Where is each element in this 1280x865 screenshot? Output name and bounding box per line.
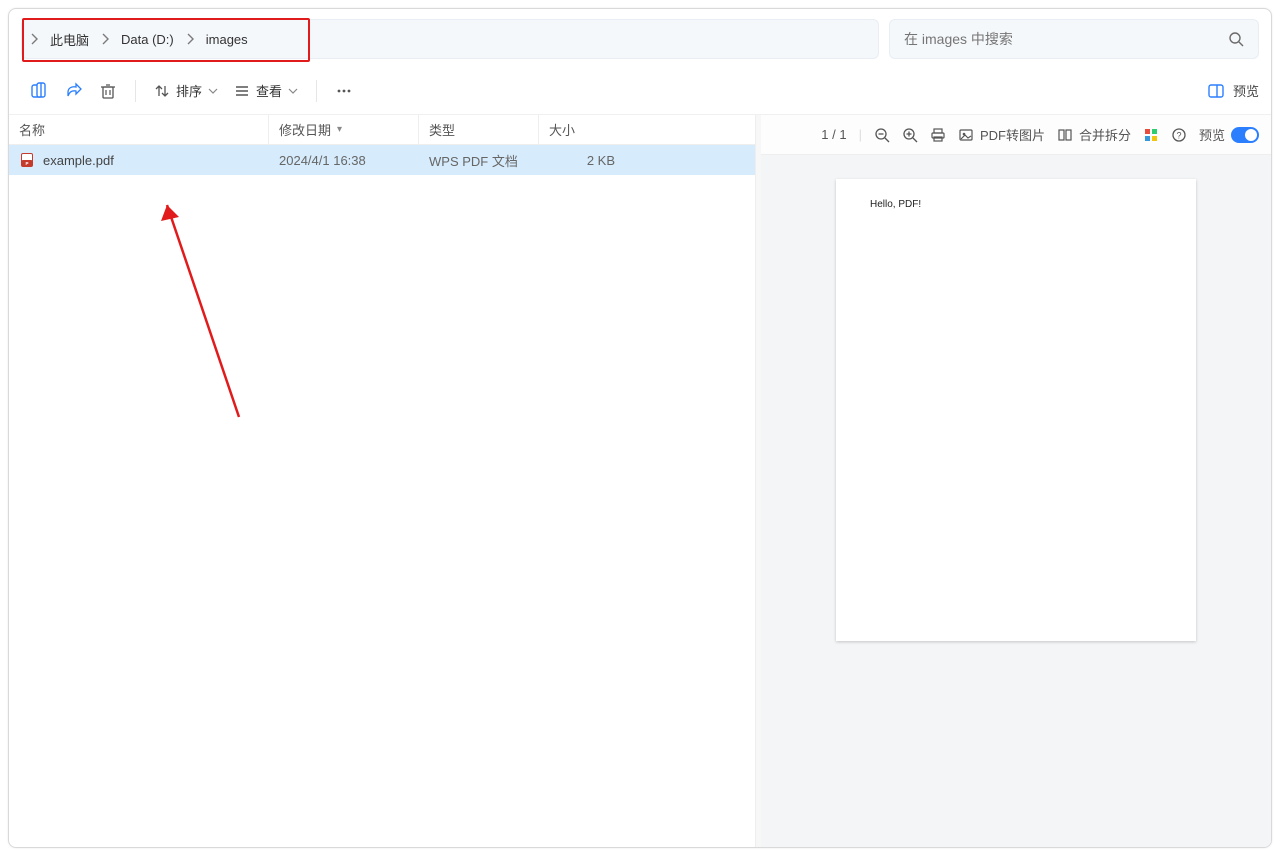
breadcrumb-drive-d[interactable]: Data (D:) [121, 32, 174, 47]
annotation-red-arrow [139, 187, 259, 427]
column-headers: 名称 修改日期 ▾ 类型 大小 [9, 115, 755, 145]
print-button[interactable] [930, 127, 946, 143]
file-name: example.pdf [43, 153, 114, 168]
merge-split-label: 合并拆分 [1079, 125, 1131, 144]
view-dropdown[interactable]: 查看 [226, 75, 306, 106]
pdf-text-content: Hello, PDF! [870, 199, 1162, 210]
breadcrumb: 此电脑 Data (D:) images [30, 30, 248, 49]
explorer-window: 此电脑 Data (D:) images [8, 8, 1272, 848]
preview-canvas[interactable]: Hello, PDF! [761, 155, 1271, 847]
col-name-label: 名称 [19, 120, 45, 139]
share-button[interactable] [57, 76, 91, 106]
main-area: 名称 修改日期 ▾ 类型 大小 P example.pdf 2024/4/1 16… [9, 115, 1271, 847]
more-button[interactable] [327, 76, 361, 106]
zoom-out-button[interactable] [874, 127, 890, 143]
address-bar[interactable]: 此电脑 Data (D:) images [21, 19, 879, 59]
preview-pane: 1 / 1 | PDF转图片 合并拆分 ? 预览 Hello, PDF! [761, 115, 1271, 847]
sort-desc-icon: ▾ [337, 124, 342, 135]
search-icon[interactable] [1228, 31, 1244, 47]
col-date-label: 修改日期 [279, 120, 331, 139]
table-row[interactable]: P example.pdf 2024/4/1 16:38 WPS PDF 文档 … [9, 145, 755, 175]
chevron-down-icon [288, 86, 298, 96]
chevron-right-icon[interactable] [30, 33, 38, 45]
cell-date: 2024/4/1 16:38 [269, 153, 419, 168]
topbar: 此电脑 Data (D:) images [9, 9, 1271, 67]
preview-switch-label: 预览 [1199, 125, 1225, 144]
col-type[interactable]: 类型 [419, 115, 539, 144]
svg-text:?: ? [1176, 130, 1181, 140]
col-size[interactable]: 大小 [539, 115, 625, 144]
col-size-label: 大小 [549, 120, 575, 139]
cell-type: WPS PDF 文档 [419, 151, 539, 170]
view-label: 查看 [256, 81, 282, 100]
preview-toolbar: 1 / 1 | PDF转图片 合并拆分 ? 预览 [761, 115, 1271, 155]
chevron-right-icon [101, 33, 109, 45]
preview-pane-toggle[interactable]: 预览 [1207, 81, 1259, 100]
chevron-right-icon [186, 33, 194, 45]
help-button[interactable]: ? [1171, 127, 1187, 143]
preview-label: 预览 [1233, 81, 1259, 100]
merge-split-button[interactable]: 合并拆分 [1057, 125, 1131, 144]
col-type-label: 类型 [429, 120, 455, 139]
search-box[interactable] [889, 19, 1259, 59]
cell-name: P example.pdf [9, 152, 269, 168]
breadcrumb-this-pc[interactable]: 此电脑 [50, 30, 89, 49]
col-name[interactable]: 名称 [9, 115, 269, 144]
pdf-to-image-button[interactable]: PDF转图片 [958, 125, 1045, 144]
chevron-down-icon [208, 86, 218, 96]
sort-dropdown[interactable]: 排序 [146, 75, 226, 106]
pdf-file-icon: P [19, 152, 35, 168]
separator [316, 80, 317, 102]
toggle-icon [1231, 127, 1259, 143]
rename-button[interactable] [21, 75, 57, 107]
cell-size: 2 KB [539, 153, 625, 168]
col-date[interactable]: 修改日期 ▾ [269, 115, 419, 144]
sort-label: 排序 [176, 81, 202, 100]
preview-switch[interactable]: 预览 [1199, 125, 1259, 144]
page-counter: 1 / 1 [821, 127, 846, 142]
delete-button[interactable] [91, 76, 125, 106]
separator [135, 80, 136, 102]
file-list-pane: 名称 修改日期 ▾ 类型 大小 P example.pdf 2024/4/1 16… [9, 115, 755, 847]
zoom-in-button[interactable] [902, 127, 918, 143]
breadcrumb-folder-images[interactable]: images [206, 32, 248, 47]
search-input[interactable] [904, 31, 1228, 47]
command-toolbar: 排序 查看 预览 [9, 67, 1271, 115]
apps-button[interactable] [1143, 127, 1159, 143]
svg-text:P: P [25, 161, 28, 166]
pdf-to-image-label: PDF转图片 [980, 125, 1045, 144]
pdf-page: Hello, PDF! [836, 179, 1196, 641]
